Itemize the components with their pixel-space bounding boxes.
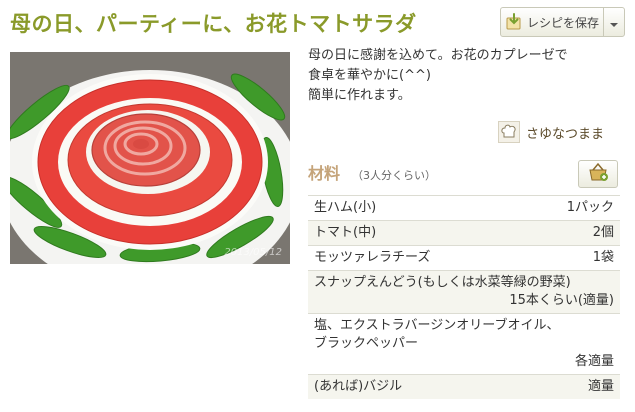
recipe-title: 母の日、パーティーに、お花トマトサラダ [10, 12, 417, 36]
description-line: 母の日に感謝を込めて。お花のカプレーゼで [308, 48, 568, 63]
chevron-down-icon [609, 13, 619, 32]
shopping-basket-icon [587, 162, 609, 186]
ingredient-qty: 15本くらい(適量) [509, 293, 614, 308]
ingredient-row: 生ハム(小) 1パック [308, 195, 620, 220]
add-to-shopping-list-button[interactable] [578, 160, 618, 188]
ingredient-name: トマト(中) [314, 225, 377, 240]
ingredient-qty: 2個 [592, 225, 614, 240]
recipe-description: 母の日に感謝を込めて。お花のカプレーゼで 食卓を華やかに(^^) 簡単に作れます… [308, 46, 628, 106]
author-name[interactable]: さゆなつまま [526, 123, 604, 142]
description-line: 食卓を華やかに(^^) [308, 68, 431, 83]
description-line: 簡単に作れます。 [308, 88, 411, 103]
ingredients-label: 材料 [308, 164, 341, 183]
ingredient-row: スナップえんどう(もしくは水菜等緑の野菜) 15本くらい(適量) [308, 270, 620, 313]
ingredient-name: モッツァレラチーズ [314, 250, 431, 265]
ingredient-list: 生ハム(小) 1パック トマト(中) 2個 モッツァレラチーズ 1袋 スナップえ… [308, 195, 620, 399]
chef-hat-icon [498, 121, 520, 143]
ingredient-name: スナップえんどう(もしくは水菜等緑の野菜) [314, 275, 571, 290]
ingredient-row: (あれば)バジル 適量 [308, 374, 620, 399]
ingredient-qty: 各適量 [574, 354, 614, 369]
ingredient-row: 塩、エクストラバージンオリーブオイル、ブラックペッパー 各適量 [308, 313, 620, 374]
save-options-dropdown[interactable] [603, 7, 625, 37]
author-link[interactable]: さゆなつまま [498, 121, 604, 143]
ingredient-qty: 適量 [587, 379, 614, 394]
ingredient-row: モッツァレラチーズ 1袋 [308, 245, 620, 270]
ingredient-name: 生ハム(小) [314, 200, 377, 215]
ingredients-header: 材料 （3人分くらい） [308, 160, 436, 184]
recipe-photo[interactable]: 2013/05/12 [10, 52, 290, 264]
save-recipe-button[interactable]: レシピを保存 [500, 7, 604, 37]
save-recipe-group: レシピを保存 [500, 7, 625, 37]
ingredients-serving: （3人分くらい） [352, 169, 437, 182]
ingredient-qty: 1パック [566, 200, 614, 215]
ingredient-name: 塩、エクストラバージンオリーブオイル、ブラックペッパー [314, 318, 560, 351]
save-bookmark-icon [505, 13, 523, 31]
ingredient-qty: 1袋 [592, 250, 614, 265]
ingredient-row: トマト(中) 2個 [308, 220, 620, 245]
ingredient-name: (あれば)バジル [314, 379, 403, 394]
save-recipe-label: レシピを保存 [526, 15, 599, 30]
photo-watermark: 2013/05/12 [224, 247, 282, 258]
